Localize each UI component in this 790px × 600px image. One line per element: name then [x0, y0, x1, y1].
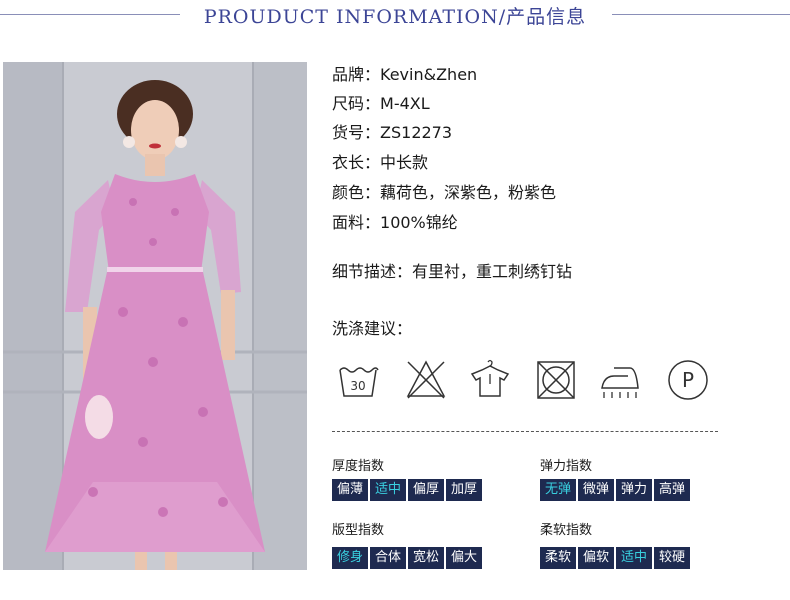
spec-size: 尺码：M-4XL — [332, 94, 430, 113]
spec-color: 颜色：藕荷色，深紫色，粉紫色 — [332, 183, 557, 202]
detail-description: 细节描述：有里衬，重工刺绣钉钻 — [332, 262, 573, 281]
fit-option: 宽松 — [408, 547, 445, 569]
no-bleach-icon — [406, 360, 446, 399]
thickness-option: 偏薄 — [332, 479, 369, 501]
product-photo — [3, 62, 307, 570]
fit-index-title: 版型指数 — [332, 523, 385, 538]
softness-index: 柔软 偏软 适中 较硬 — [540, 547, 691, 569]
elasticity-option: 弹力 — [616, 479, 653, 501]
fit-option: 合体 — [370, 547, 407, 569]
softness-option: 较硬 — [654, 547, 691, 569]
thickness-option-selected: 适中 — [370, 479, 407, 501]
dry-clean-p-icon: P — [668, 360, 708, 400]
wash-temp-label: 30 — [350, 379, 365, 393]
thickness-index-title: 厚度指数 — [332, 459, 385, 474]
spec-brand: 品牌：Kevin&Zhen — [332, 65, 478, 84]
elasticity-index-title: 弹力指数 — [540, 459, 593, 474]
thickness-option: 偏厚 — [408, 479, 445, 501]
softness-option-selected: 适中 — [616, 547, 653, 569]
softness-option: 柔软 — [540, 547, 577, 569]
no-tumble-dry-icon — [537, 361, 575, 399]
elasticity-index: 无弹 微弹 弹力 高弹 — [540, 479, 691, 501]
softness-index-title: 柔软指数 — [540, 523, 593, 538]
thickness-index: 偏薄 适中 偏厚 加厚 — [332, 479, 483, 501]
fit-option: 偏大 — [446, 547, 483, 569]
wash-30-icon: 30 — [339, 367, 379, 397]
elasticity-option: 微弹 — [578, 479, 615, 501]
washing-icons: 30 P — [332, 358, 722, 408]
fit-option-selected: 修身 — [332, 547, 369, 569]
fit-index: 修身 合体 宽松 偏大 — [332, 547, 483, 569]
softness-option: 偏软 — [578, 547, 615, 569]
washing-title: 洗涤建议： — [332, 319, 413, 338]
page-title: PROUDUCT INFORMATION/产品信息 — [0, 2, 790, 29]
spec-fabric: 面料：100%锦纶 — [332, 213, 458, 232]
spec-item-no: 货号：ZS12273 — [332, 123, 453, 142]
elasticity-option-selected: 无弹 — [540, 479, 577, 501]
divider — [332, 431, 718, 432]
iron-icon — [601, 367, 639, 398]
hang-dry-icon — [470, 359, 510, 397]
dry-clean-letter: P — [682, 368, 694, 392]
thickness-option: 加厚 — [446, 479, 483, 501]
spec-length: 衣长：中长款 — [332, 153, 429, 172]
elasticity-option: 高弹 — [654, 479, 691, 501]
